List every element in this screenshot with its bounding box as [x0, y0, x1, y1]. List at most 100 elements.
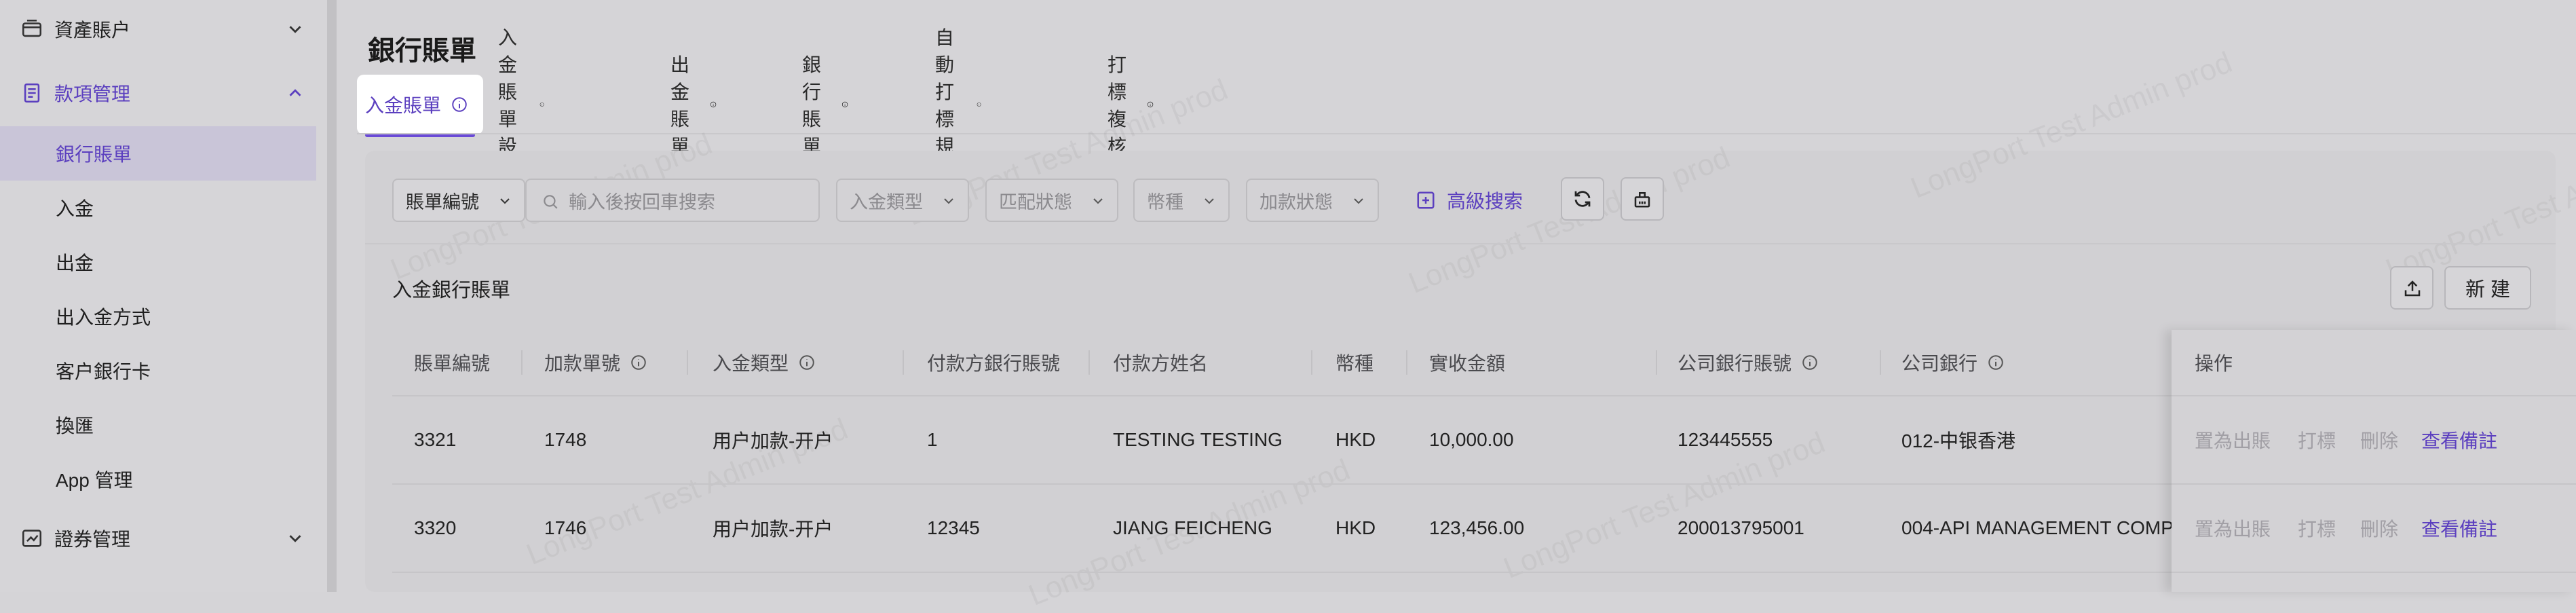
sidebar-group-label: 款項管理: [54, 83, 131, 105]
tab-divider: [357, 133, 2576, 134]
info-icon: [977, 103, 981, 107]
sidebar-group-label: 資產賬户: [54, 20, 131, 41]
column-divider: [1406, 350, 1407, 375]
column-label: 入金類型: [713, 353, 789, 374]
cell-bill-no: 3320: [414, 517, 457, 538]
column-label: 賬單編號: [414, 353, 491, 374]
view-note-link[interactable]: 查看備註: [2421, 396, 2497, 483]
sidebar-item-app-management[interactable]: App 管理: [0, 452, 316, 506]
sidebar-item-withdraw[interactable]: 出金: [0, 235, 316, 289]
cell-bill-no: 3321: [414, 429, 457, 450]
column-label: 付款方銀行賬號: [927, 353, 1061, 374]
delete-button[interactable]: 刪除: [2360, 396, 2398, 483]
sidebar-item-bank-cards[interactable]: 客户銀行卡: [0, 343, 316, 398]
tab-deposit-statement[interactable]: 入金賬單: [357, 75, 483, 137]
tab-withdraw-statement[interactable]: 出金賬單: [670, 54, 717, 157]
column-label: 付款方姓名: [1113, 353, 1209, 374]
new-button[interactable]: 新 建: [2444, 266, 2531, 310]
tag-button[interactable]: 打標: [2298, 396, 2336, 483]
column-header: 賬單編號: [414, 330, 490, 395]
search-placeholder: 輸入後按回車搜索: [569, 191, 715, 212]
info-icon: [539, 103, 544, 107]
tab-label: 出金賬單: [670, 54, 690, 157]
tab-tag-review[interactable]: 打標複核: [1107, 54, 1154, 157]
clear-filters-button[interactable]: [1621, 177, 1664, 221]
tab-label: 打標複核: [1107, 54, 1127, 157]
cell-deposit-type: 用户加款-开户: [713, 519, 833, 540]
cell-currency: HKD: [1336, 517, 1376, 538]
select-placeholder: 幣種: [1147, 191, 1183, 212]
tab-bank-statement[interactable]: 銀行賬單: [802, 54, 848, 157]
info-icon: [710, 101, 717, 108]
cell-payer-name: JIANG FEICHENG: [1113, 517, 1272, 538]
column-divider: [903, 350, 904, 375]
cell-payer-account: 12345: [927, 517, 980, 538]
info-icon: [1802, 355, 1817, 370]
info-icon: [1988, 355, 2003, 370]
tag-button[interactable]: 打標: [2298, 485, 2336, 572]
column-label: 加款單號: [544, 353, 621, 374]
refresh-button[interactable]: [1561, 177, 1604, 221]
sidebar-item-label: App 管理: [56, 470, 133, 491]
column-divider: [1880, 350, 1881, 375]
column-header: 付款方姓名: [1113, 330, 1208, 395]
delete-button[interactable]: 刪除: [2360, 485, 2398, 572]
select-placeholder: 匹配狀態: [999, 191, 1072, 212]
sidebar-group-label: 證券管理: [54, 529, 131, 550]
advanced-search-button[interactable]: 高級搜索: [1416, 179, 1523, 222]
column-label: 幣種: [1336, 353, 1374, 374]
sidebar-item-exchange[interactable]: 換匯: [0, 398, 316, 452]
cell-add-no: 1748: [544, 429, 587, 450]
sidebar-group-payments[interactable]: 款項管理: [0, 64, 327, 122]
select-placeholder: 入金類型: [850, 191, 923, 212]
column-header: 付款方銀行賬號: [927, 330, 1060, 395]
cell-amount: 123,456.00: [1429, 517, 1525, 538]
advanced-search-label: 高級搜索: [1447, 191, 1523, 212]
sidebar-item-methods[interactable]: 出入金方式: [0, 289, 316, 343]
column-divider: [521, 350, 523, 375]
column-header: 公司銀行: [1901, 330, 2005, 395]
column-header: 幣種: [1336, 330, 1374, 395]
cell-company-bank: 004-API MANAGEMENT COMP: [1901, 517, 2174, 538]
sidebar-item-label: 換匯: [56, 415, 94, 436]
sidebar-group-assets[interactable]: 資產賬户: [0, 0, 327, 58]
sidebar-group-securities[interactable]: 證券管理: [0, 509, 327, 568]
sidebar-item-label: 銀行賬單: [56, 144, 132, 165]
plus-square-icon: [1417, 191, 1435, 209]
column-header: 實收金額: [1429, 330, 1505, 395]
column-label: 實收金額: [1429, 353, 1506, 374]
tab-deposit-settings[interactable]: 入金賬單設置: [498, 27, 544, 184]
view-note-link[interactable]: 查看備註: [2421, 485, 2497, 572]
mark-out-button[interactable]: 置為出賬: [2195, 485, 2271, 572]
column-header: 公司銀行賬號: [1678, 330, 1819, 395]
refresh-icon: [1574, 191, 1591, 207]
export-button[interactable]: [2390, 266, 2433, 310]
cell-company-account: 123445555: [1678, 429, 1773, 450]
sidebar-item-label: 客户銀行卡: [56, 361, 151, 382]
tab-auto-tag-rules[interactable]: 自動打標規則: [935, 27, 981, 184]
cell-currency: HKD: [1336, 429, 1376, 450]
chevron-down-icon: [944, 198, 953, 204]
mark-out-button[interactable]: 置為出賬: [2195, 396, 2271, 483]
document-icon: [24, 83, 40, 103]
sidebar-item-bank-statement[interactable]: 銀行賬單: [0, 126, 316, 181]
deposit-type-select[interactable]: 入金類型: [836, 179, 969, 222]
section-title: 入金銀行賬單: [392, 280, 511, 301]
row-divider: [2172, 572, 2576, 573]
column-label: 公司銀行賬號: [1678, 353, 1792, 374]
currency-select[interactable]: 幣種: [1133, 179, 1230, 222]
wallet-icon: [22, 19, 42, 37]
search-field-select[interactable]: 賬單編號: [392, 179, 525, 222]
sidebar-item-deposit[interactable]: 入金: [0, 181, 316, 235]
cell-payer-name: TESTING TESTING: [1113, 429, 1283, 450]
chevron-down-icon: [289, 26, 301, 33]
search-input[interactable]: 輸入後按回車搜索: [525, 179, 820, 222]
sidebar-item-label: 出入金方式: [56, 307, 151, 328]
deposit-status-select[interactable]: 加款狀態: [1246, 179, 1379, 222]
column-divider: [1656, 350, 1657, 375]
cell-amount: 10,000.00: [1429, 429, 1514, 450]
page-title: 銀行賬單: [368, 36, 476, 66]
match-status-select[interactable]: 匹配狀態: [985, 179, 1118, 222]
clear-icon: [1634, 192, 1650, 208]
cell-payer-account: 1: [927, 429, 938, 450]
